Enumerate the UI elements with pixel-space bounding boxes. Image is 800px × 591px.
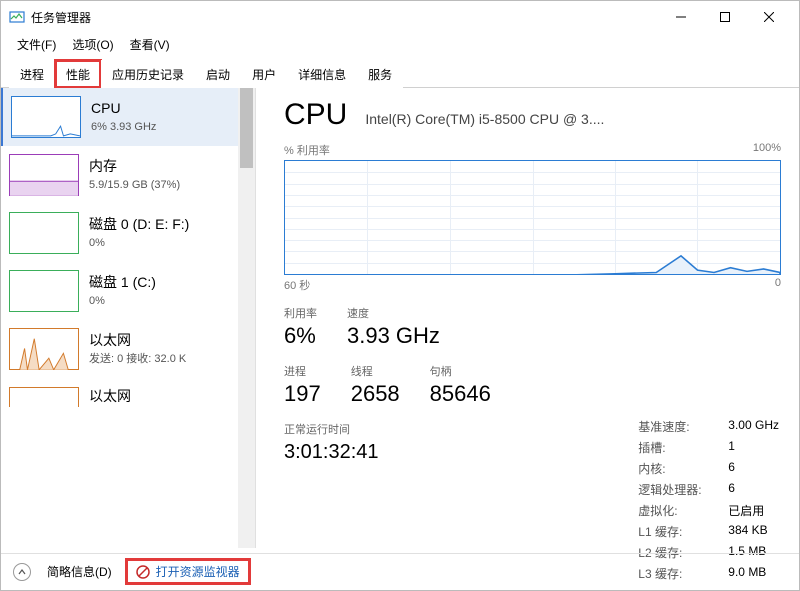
tab-startup[interactable]: 启动 (195, 60, 241, 88)
sidebar-item-label: 以太网 (89, 330, 186, 351)
tab-details[interactable]: 详细信息 (287, 60, 357, 88)
resource-monitor-label: 打开资源监视器 (156, 563, 240, 580)
disk-mini-graph (9, 270, 79, 312)
sidebar-item-disk-0[interactable]: 磁盘 0 (D: E: F:) 0% (1, 204, 255, 262)
open-resource-monitor-link[interactable]: 打开资源监视器 (128, 561, 248, 582)
main-panel: CPU Intel(R) Core(TM) i5-8500 CPU @ 3...… (256, 88, 799, 548)
chart-util-label: % 利用率 (284, 142, 330, 158)
tab-users[interactable]: 用户 (241, 60, 287, 88)
menu-options[interactable]: 选项(O) (64, 34, 121, 55)
menu-view[interactable]: 查看(V) (122, 34, 178, 55)
sidebar-item-label: 以太网 (89, 386, 131, 407)
tab-services[interactable]: 服务 (357, 60, 403, 88)
performance-sidebar: CPU 6% 3.93 GHz 内存 5.9/15.9 GB (37%) 磁盘 … (1, 88, 256, 548)
spec-val: 6 (728, 460, 735, 477)
util-label: 利用率 (284, 305, 317, 321)
taskmgr-icon (9, 9, 25, 25)
sidebar-item-disk-1[interactable]: 磁盘 1 (C:) 0% (1, 262, 255, 320)
speed-label: 速度 (347, 305, 440, 321)
tab-performance[interactable]: 性能 (55, 60, 101, 88)
window-title: 任务管理器 (31, 9, 659, 26)
sidebar-item-label: 磁盘 0 (D: E: F:) (89, 214, 189, 235)
page-title: CPU (284, 98, 347, 132)
chart-x-right: 0 (775, 277, 781, 293)
spec-val: 已启用 (728, 502, 764, 519)
handles-label: 句柄 (430, 363, 491, 379)
spec-key: L2 缓存: (638, 544, 728, 548)
ethernet-mini-graph (9, 387, 79, 407)
util-value: 6% (284, 323, 317, 349)
spec-key: 虚拟化: (638, 502, 728, 519)
maximize-button[interactable] (703, 2, 747, 32)
spec-key: 内核: (638, 460, 728, 477)
spec-key: 基准速度: (638, 418, 728, 435)
menu-file[interactable]: 文件(F) (9, 34, 64, 55)
spec-val: 1 (728, 439, 735, 456)
threads-label: 线程 (351, 363, 400, 379)
memory-mini-graph (9, 154, 79, 196)
chart-max-label: 100% (753, 142, 781, 158)
disk-mini-graph (9, 212, 79, 254)
sidebar-item-ethernet-1[interactable]: 以太网 (1, 378, 255, 407)
handles-value: 85646 (430, 381, 491, 407)
spec-val: 1.5 MB (728, 544, 766, 548)
sidebar-item-value: 5.9/15.9 GB (37%) (89, 177, 180, 194)
ethernet-mini-graph (9, 328, 79, 370)
minimize-button[interactable] (659, 2, 703, 32)
chart-x-left: 60 秒 (284, 277, 310, 293)
threads-value: 2658 (351, 381, 400, 407)
spec-key: 逻辑处理器: (638, 481, 728, 498)
sidebar-item-memory[interactable]: 内存 5.9/15.9 GB (37%) (1, 146, 255, 204)
sidebar-item-label: 磁盘 1 (C:) (89, 272, 156, 293)
sidebar-item-value: 0% (89, 235, 189, 252)
tab-app-history[interactable]: 应用历史记录 (101, 60, 195, 88)
cpu-utilization-chart[interactable] (284, 160, 781, 275)
sidebar-item-label: CPU (91, 98, 156, 119)
cpu-model: Intel(R) Core(TM) i5-8500 CPU @ 3.... (365, 111, 604, 127)
proc-label: 进程 (284, 363, 321, 379)
sidebar-item-value: 0% (89, 293, 156, 310)
sidebar-item-value: 6% 3.93 GHz (91, 119, 156, 136)
cpu-mini-graph (11, 96, 81, 138)
brief-info-button[interactable]: 简略信息(D) (47, 563, 112, 580)
resource-monitor-icon (136, 565, 150, 579)
spec-val: 3.00 GHz (728, 418, 779, 435)
sidebar-item-label: 内存 (89, 156, 180, 177)
speed-value: 3.93 GHz (347, 323, 440, 349)
sidebar-item-value: 发送: 0 接收: 32.0 K (89, 351, 186, 368)
sidebar-scrollbar[interactable] (238, 88, 255, 548)
spec-val: 6 (728, 481, 735, 498)
proc-value: 197 (284, 381, 321, 407)
close-button[interactable] (747, 2, 791, 32)
tab-processes[interactable]: 进程 (9, 60, 55, 88)
sidebar-item-ethernet-0[interactable]: 以太网 发送: 0 接收: 32.0 K (1, 320, 255, 378)
cpu-specs-table: 基准速度:3.00 GHz 插槽:1 内核:6 逻辑处理器:6 虚拟化:已启用 … (638, 418, 779, 548)
spec-key: L1 缓存: (638, 523, 728, 540)
spec-val: 384 KB (728, 523, 767, 540)
spec-key: 插槽: (638, 439, 728, 456)
sidebar-item-cpu[interactable]: CPU 6% 3.93 GHz (1, 88, 255, 146)
collapse-icon[interactable] (13, 563, 31, 581)
